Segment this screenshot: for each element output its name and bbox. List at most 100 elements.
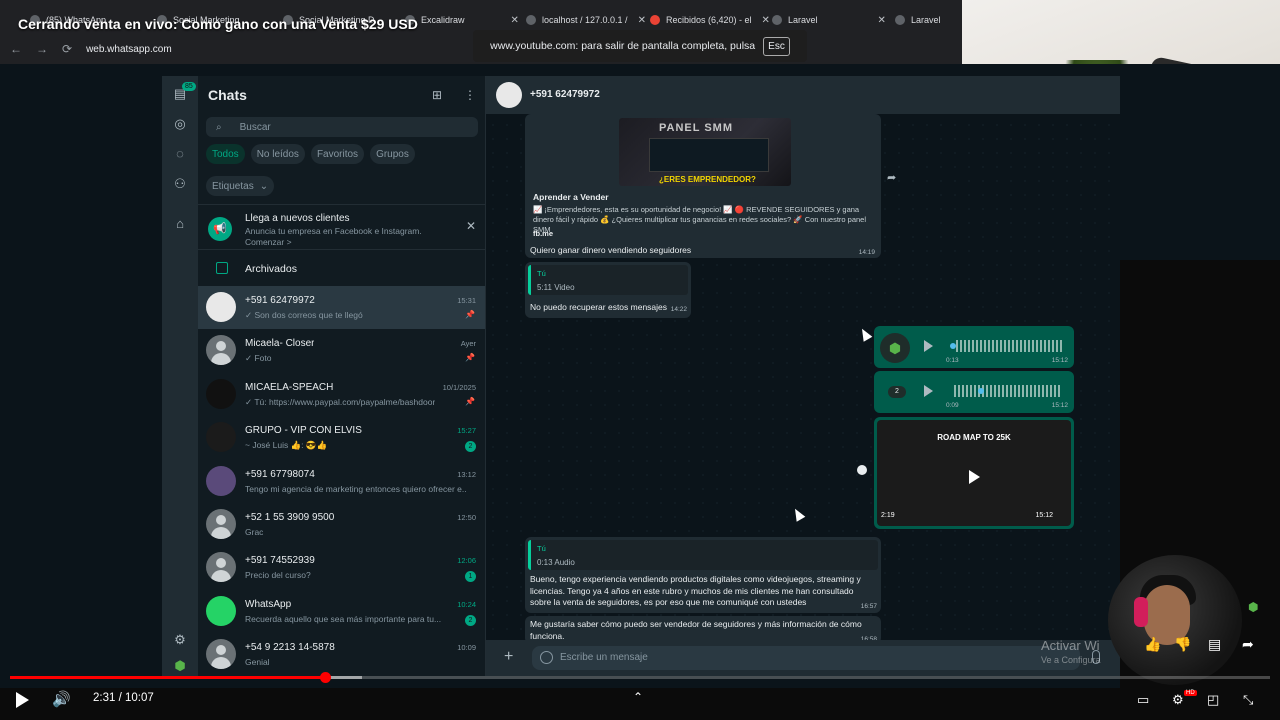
chevron-up-icon[interactable]: ⌃: [633, 690, 643, 704]
menu-icon[interactable]: ⋮: [464, 88, 476, 102]
filter-etiquetas[interactable]: Etiquetas ⌄: [206, 176, 275, 196]
text-message-bubble[interactable]: Tú 0:13 Audio Bueno, tengo experiencia v…: [525, 537, 881, 613]
tab-close-icon[interactable]: ✕: [878, 15, 886, 26]
chat-time: Ayer: [460, 339, 476, 349]
like-icon[interactable]: 👍: [1144, 636, 1161, 653]
quoted-author: Tú: [537, 544, 546, 553]
tab-gmail[interactable]: Recibidos (6,420) - el ✕: [650, 8, 770, 32]
contact-name[interactable]: +591 62479972: [530, 89, 600, 100]
close-icon[interactable]: ✕: [466, 219, 476, 233]
comments-icon[interactable]: ▤: [1208, 636, 1221, 653]
address-bar[interactable]: web.whatsapp.com: [86, 44, 172, 55]
share-icon[interactable]: ➦: [1242, 636, 1254, 653]
filter-todos[interactable]: Todos: [206, 144, 245, 164]
message-input[interactable]: Escribe un mensaje: [532, 646, 1080, 670]
emoji-icon[interactable]: [540, 651, 553, 664]
tab-localhost[interactable]: localhost / 127.0.0.1 / ✕: [526, 8, 646, 32]
forward-icon[interactable]: ➦: [887, 171, 896, 184]
chat-avatar[interactable]: [206, 552, 236, 583]
reload-icon[interactable]: ⟳: [62, 42, 72, 56]
chat-list-item[interactable]: GRUPO - VIP CON ELVIS ~ José Luis 👍: 😎👍 15…: [198, 416, 485, 459]
chat-list-item[interactable]: +591 74552939 Precio del curso? 12:06 1: [198, 546, 485, 589]
dislike-icon[interactable]: 👎: [1174, 636, 1191, 653]
business-tools-icon[interactable]: ⌂: [172, 216, 188, 232]
audio-message-2[interactable]: 2 0:09 15:12: [874, 371, 1074, 413]
play-icon[interactable]: [924, 340, 933, 352]
audio-waveform[interactable]: [954, 385, 1062, 397]
chat-time: 10:09: [457, 643, 476, 653]
tab-label: Laravel: [788, 15, 818, 25]
chat-avatar[interactable]: [206, 335, 236, 366]
forward-icon[interactable]: →: [36, 42, 48, 56]
new-chat-icon[interactable]: ⊞: [432, 88, 442, 102]
volume-icon[interactable]: 🔊: [52, 690, 71, 708]
archive-icon: [216, 262, 228, 274]
chat-avatar[interactable]: [206, 378, 236, 409]
play-icon[interactable]: [16, 692, 29, 708]
tab-laravel-1[interactable]: Laravel ✕: [772, 8, 886, 32]
audio-waveform[interactable]: [956, 340, 1062, 352]
chat-avatar[interactable]: [206, 508, 236, 539]
settings-icon[interactable]: ⚙: [172, 632, 188, 648]
settings-icon[interactable]: ⚙: [1172, 692, 1184, 708]
chat-avatar[interactable]: [206, 639, 236, 670]
chat-avatar[interactable]: [206, 595, 236, 626]
tab-close-icon[interactable]: ✕: [511, 15, 519, 26]
exit-fullscreen-icon[interactable]: ⤡: [1243, 692, 1253, 708]
chat-list-item[interactable]: MICAELA-SPEACH ✓ Tú: https://www.paypal.c…: [198, 373, 485, 416]
audio-scrubber[interactable]: [978, 388, 984, 394]
video-thumbnail[interactable]: ROAD MAP TO 25K 2:19 15:12: [877, 420, 1071, 526]
chat-list-item[interactable]: +591 67798074 Tengo mi agencia de marketi…: [198, 460, 485, 503]
tab-close-icon[interactable]: ✕: [762, 15, 770, 26]
chat-list-item[interactable]: Micaela- Closer ✓ Foto Ayer 📌: [198, 329, 485, 372]
chat-list-item[interactable]: +52 1 55 3909 9500 Grac 12:50: [198, 503, 485, 546]
chat-list-item[interactable]: +591 62479972 ✓ Son dos correos que te ll…: [198, 286, 485, 330]
quoted-message[interactable]: Tú 0:13 Audio: [528, 540, 878, 570]
progress-fill: [10, 676, 325, 679]
chat-avatar[interactable]: [206, 465, 236, 496]
archived-row[interactable]: Archivados: [198, 254, 485, 284]
status-icon[interactable]: ◎: [172, 116, 188, 132]
audio-message-1[interactable]: ⬢ 0:13 15:12: [874, 326, 1074, 368]
search-box[interactable]: ⌕ Buscar: [206, 117, 478, 137]
message-input-placeholder: Escribe un mensaje: [560, 652, 648, 663]
play-icon[interactable]: [924, 385, 933, 397]
ad-message-bubble[interactable]: PANEL SMM ¿ERES EMPRENDEDOR? Aprender a …: [525, 114, 881, 258]
back-icon[interactable]: ←: [10, 42, 22, 56]
panel-brand: PANEL SMM: [659, 122, 733, 134]
promo-banner[interactable]: 📢 Llega a nuevos clientes Anuncia tu emp…: [198, 204, 485, 250]
chat-avatar[interactable]: [206, 292, 236, 322]
search-input[interactable]: Buscar: [240, 122, 271, 133]
ad-domain[interactable]: fb.me: [533, 228, 553, 240]
progress-scrubber[interactable]: [320, 672, 331, 683]
message-time: 14:19: [858, 249, 875, 256]
ad-image[interactable]: PANEL SMM ¿ERES EMPRENDEDOR?: [619, 118, 791, 186]
channels-icon[interactable]: ◌: [172, 146, 188, 162]
reply-message-bubble[interactable]: Tú 5:11 Video No puedo recuperar estos m…: [525, 262, 691, 318]
emoji-reaction-icon[interactable]: [857, 465, 867, 475]
message-time: 15:12: [1051, 357, 1068, 364]
cast-icon[interactable]: ◰: [1207, 692, 1219, 708]
chat-list-item[interactable]: WhatsApp Recuerda aquello que sea más imp…: [198, 590, 485, 633]
subtitles-icon[interactable]: ▭: [1137, 692, 1149, 708]
playback-speed-button[interactable]: 2: [888, 386, 906, 398]
attach-plus-icon[interactable]: +: [504, 648, 513, 666]
promo-link[interactable]: Comenzar >: [245, 237, 292, 247]
filter-no-leidos[interactable]: No leídos: [250, 144, 305, 164]
contact-avatar[interactable]: [496, 82, 522, 108]
play-icon[interactable]: [969, 470, 980, 484]
filter-grupos[interactable]: Grupos: [370, 144, 415, 164]
quoted-message[interactable]: Tú 5:11 Video: [528, 265, 688, 295]
communities-icon[interactable]: ⚇: [172, 176, 188, 192]
video-actions: 👍 👎 ▤ ➦: [1140, 636, 1270, 660]
tab-excalidraw[interactable]: Excalidraw ✕: [405, 8, 519, 32]
quoted-content: 5:11 Video: [537, 283, 575, 292]
pin-icon: 📌: [465, 353, 475, 363]
chat-avatar[interactable]: [206, 422, 236, 453]
conversation-header[interactable]: +591 62479972: [486, 76, 1120, 114]
tab-laravel-2[interactable]: Laravel: [895, 8, 941, 32]
filter-favoritos[interactable]: Favoritos: [310, 144, 365, 164]
video-message[interactable]: ROAD MAP TO 25K 2:19 15:12: [874, 417, 1074, 529]
tab-close-icon[interactable]: ✕: [638, 15, 646, 26]
chat-name: +591 62479972: [245, 295, 315, 306]
